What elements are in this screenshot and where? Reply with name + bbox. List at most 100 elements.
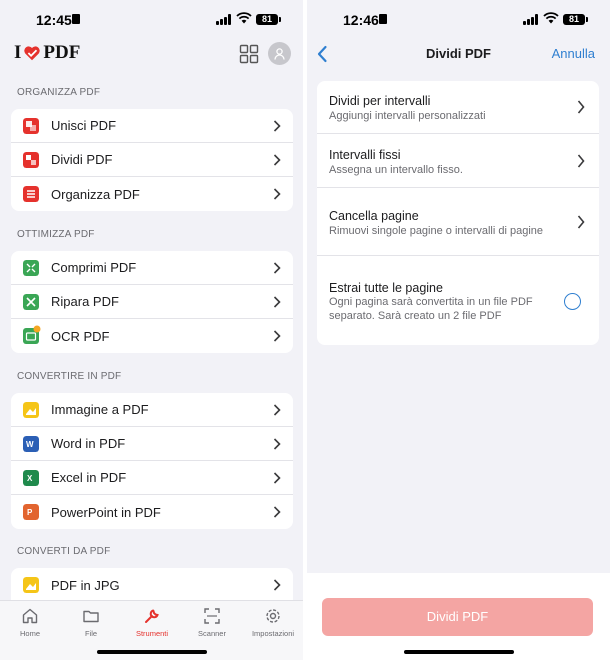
tool-label: Unisci PDF — [51, 118, 117, 133]
tool-label: Word in PDF — [51, 436, 126, 451]
scanner-icon — [204, 608, 220, 624]
optimize-card: Comprimi PDF Ripara PDF OCR PDF — [11, 251, 293, 353]
logo-text-i: I — [14, 42, 22, 63]
tool-item-split[interactable]: Dividi PDF — [11, 143, 293, 177]
chevron-right-icon — [273, 404, 281, 416]
option-split-by-range[interactable]: Dividi per intervalli Aggiungi intervall… — [317, 81, 599, 134]
tool-label: Comprimi PDF — [51, 260, 137, 275]
user-icon — [274, 47, 285, 60]
split-icon — [23, 152, 39, 168]
bottom-action-panel: Dividi PDF — [307, 573, 610, 660]
chevron-right-icon — [273, 506, 281, 518]
tab-label: File — [84, 629, 98, 638]
powerpoint-icon: P — [23, 504, 39, 520]
tab-home[interactable]: Home — [0, 607, 60, 638]
split-pdf-button[interactable]: Dividi PDF — [322, 598, 593, 636]
organize-card: Unisci PDF Dividi PDF Organizza PDF — [11, 109, 293, 211]
chevron-right-icon — [273, 438, 281, 450]
tool-item-word-to-pdf[interactable]: W Word in PDF — [11, 427, 293, 461]
ocr-icon — [23, 325, 41, 344]
tool-item-compress[interactable]: Comprimi PDF — [11, 251, 293, 285]
tab-label: Scanner — [198, 629, 226, 638]
folder-icon — [83, 610, 99, 623]
tab-bar: Home File Strumenti Scanner Impostazioni — [0, 600, 303, 660]
battery-icon: 81 — [563, 14, 588, 25]
option-title: Cancella pagine — [329, 209, 419, 223]
home-indicator — [96, 650, 207, 654]
tool-label: Excel in PDF — [51, 470, 127, 485]
tab-scanner[interactable]: Scanner — [182, 607, 242, 638]
compress-icon — [23, 260, 39, 276]
signal-icon — [216, 14, 232, 25]
convert-to-card: Immagine a PDF W Word in PDF X Excel in … — [11, 393, 293, 529]
wifi-icon — [543, 12, 559, 24]
extract-all-radio[interactable] — [564, 293, 581, 310]
tab-label: Home — [19, 629, 40, 638]
chevron-right-icon — [577, 215, 585, 229]
battery-icon: 81 — [256, 14, 281, 25]
wifi-icon — [236, 12, 252, 24]
option-delete-pages[interactable]: Cancella pagine Rimuovi singole pagine o… — [317, 188, 599, 256]
svg-text:X: X — [27, 474, 33, 483]
chevron-right-icon — [273, 330, 281, 342]
tool-item-merge[interactable]: Unisci PDF — [11, 109, 293, 143]
chevron-right-icon — [273, 262, 281, 274]
tool-item-ocr[interactable]: OCR PDF — [11, 319, 293, 353]
status-bar: 12:46 81 — [307, 0, 610, 40]
tool-item-image-to-pdf[interactable]: Immagine a PDF — [11, 393, 293, 427]
tool-item-repair[interactable]: Ripara PDF — [11, 285, 293, 319]
logo-text-pdf: PDF — [43, 42, 81, 63]
option-subtitle: Aggiungi intervalli personalizzati — [329, 110, 486, 122]
tool-label: Immagine a PDF — [51, 402, 149, 417]
section-title-organize: ORGANIZZA PDF — [17, 87, 101, 98]
option-subtitle: Assegna un intervallo fisso. — [329, 164, 463, 176]
word-icon: W — [23, 436, 39, 452]
cancel-button[interactable]: Annulla — [552, 46, 595, 61]
tab-strumenti[interactable]: Strumenti — [122, 607, 182, 638]
chevron-right-icon — [273, 188, 281, 200]
split-options-card: Dividi per intervalli Aggiungi intervall… — [317, 81, 599, 345]
chevron-right-icon — [577, 100, 585, 114]
tool-item-excel-to-pdf[interactable]: X Excel in PDF — [11, 461, 293, 495]
option-subtitle: Ogni pagina sarà convertita in un file P… — [329, 296, 533, 322]
heart-icon — [24, 46, 41, 61]
option-extract-all-pages[interactable]: Estrai tutte le pagine Ogni pagina sarà … — [317, 256, 599, 345]
repair-icon — [23, 294, 39, 310]
option-subtitle: Rimuovi singole pagine o intervalli di p… — [329, 225, 544, 237]
tab-label: Strumenti — [135, 629, 169, 638]
orientation-lock-icon — [379, 14, 387, 24]
wrench-icon — [145, 609, 159, 623]
split-pdf-screen: 12:46 81 Dividi PDF Annulla Dividi per i… — [307, 0, 610, 660]
chevron-right-icon — [273, 120, 281, 132]
status-bar: 12:45 81 — [0, 0, 303, 40]
tool-item-pdf-to-jpg[interactable]: PDF in JPG — [11, 568, 293, 602]
tool-item-organize[interactable]: Organizza PDF — [11, 177, 293, 211]
section-title-convert-to: CONVERTIRE IN PDF — [17, 371, 122, 382]
section-title-convert-from: CONVERTI DA PDF — [17, 546, 111, 557]
chevron-right-icon — [273, 579, 281, 591]
tool-item-powerpoint-to-pdf[interactable]: P PowerPoint in PDF — [11, 495, 293, 529]
tab-impostazioni[interactable]: Impostazioni — [243, 607, 303, 638]
svg-text:W: W — [26, 440, 34, 449]
tool-label: PowerPoint in PDF — [51, 504, 161, 520]
option-title: Intervalli fissi — [329, 148, 401, 162]
grid-view-icon[interactable] — [239, 44, 259, 64]
tab-file[interactable]: File — [61, 607, 121, 638]
status-time: 12:46 — [343, 12, 379, 28]
tool-label: Dividi PDF — [51, 152, 113, 167]
option-fixed-ranges[interactable]: Intervalli fissi Assegna un intervallo f… — [317, 134, 599, 188]
option-title: Dividi per intervalli — [329, 94, 431, 108]
ilovepdf-logo: I PDF — [14, 42, 80, 64]
option-title: Estrai tutte le pagine — [329, 281, 443, 295]
jpg-icon — [23, 577, 39, 593]
organize-icon — [23, 186, 39, 202]
tool-label: PDF in JPG — [51, 577, 120, 593]
avatar[interactable] — [268, 42, 291, 65]
home-indicator — [403, 650, 514, 654]
tab-label: Impostazioni — [251, 629, 295, 638]
tool-label: Organizza PDF — [51, 186, 140, 202]
section-title-optimize: OTTIMIZZA PDF — [17, 229, 95, 240]
tools-screen: 12:45 81 I PDF ORGANIZZA PDF Unisci PDF … — [0, 0, 303, 660]
image-icon — [23, 402, 39, 418]
chevron-right-icon — [273, 472, 281, 484]
